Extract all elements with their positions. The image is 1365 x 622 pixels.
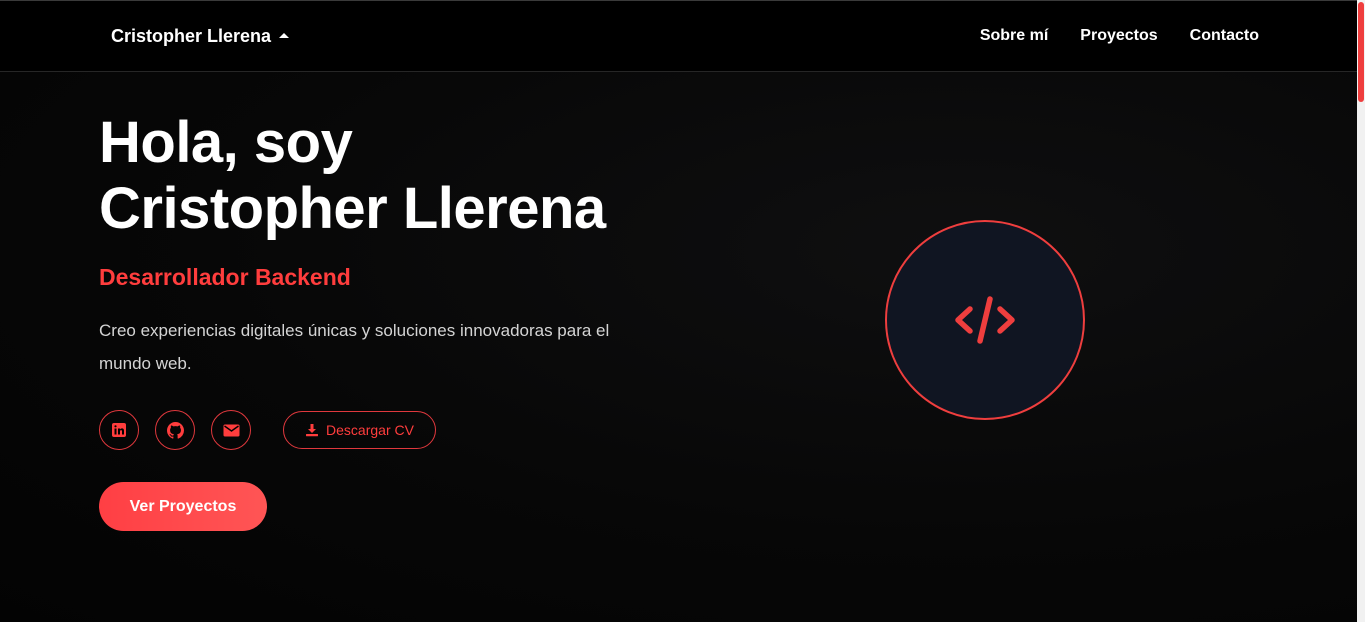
- download-cv-label: Descargar CV: [326, 422, 414, 438]
- code-illustration: [885, 220, 1085, 420]
- navbar: Cristopher Llerena Sobre mí Proyectos Co…: [0, 1, 1357, 72]
- brand-name: Cristopher Llerena: [111, 25, 272, 46]
- github-button[interactable]: [155, 410, 195, 450]
- download-icon: [306, 424, 319, 437]
- linkedin-button[interactable]: [99, 410, 139, 450]
- hero-description: Creo experiencias digitales únicas y sol…: [99, 321, 610, 373]
- email-button[interactable]: [211, 410, 251, 450]
- hero-title: Hola, soy Cristopher Llerena: [99, 110, 719, 242]
- nav-links: Sobre mí Proyectos Contacto: [980, 24, 1259, 48]
- hero-role: Desarrollador Backend: [99, 264, 351, 290]
- view-projects-button[interactable]: Ver Proyectos: [99, 482, 267, 531]
- nav-link-contacto[interactable]: Contacto: [1190, 24, 1259, 48]
- social-links: [99, 410, 251, 450]
- nav-link-sobre-mi[interactable]: Sobre mí: [980, 24, 1048, 48]
- download-cv-button[interactable]: Descargar CV: [283, 411, 436, 449]
- hero-greeting: Hola, soy: [99, 110, 353, 175]
- code-icon: [955, 296, 1015, 344]
- envelope-icon: [223, 424, 239, 436]
- linkedin-icon: [112, 423, 126, 437]
- github-icon: [166, 421, 184, 439]
- scrollbar-thumb[interactable]: [1358, 2, 1364, 102]
- hero-name: Cristopher Llerena: [99, 176, 606, 241]
- caret-up-icon: [279, 32, 290, 38]
- brand-menu[interactable]: Cristopher Llerena: [111, 24, 290, 48]
- page: Cristopher Llerena Sobre mí Proyectos Co…: [0, 0, 1365, 622]
- nav-link-proyectos[interactable]: Proyectos: [1080, 24, 1157, 48]
